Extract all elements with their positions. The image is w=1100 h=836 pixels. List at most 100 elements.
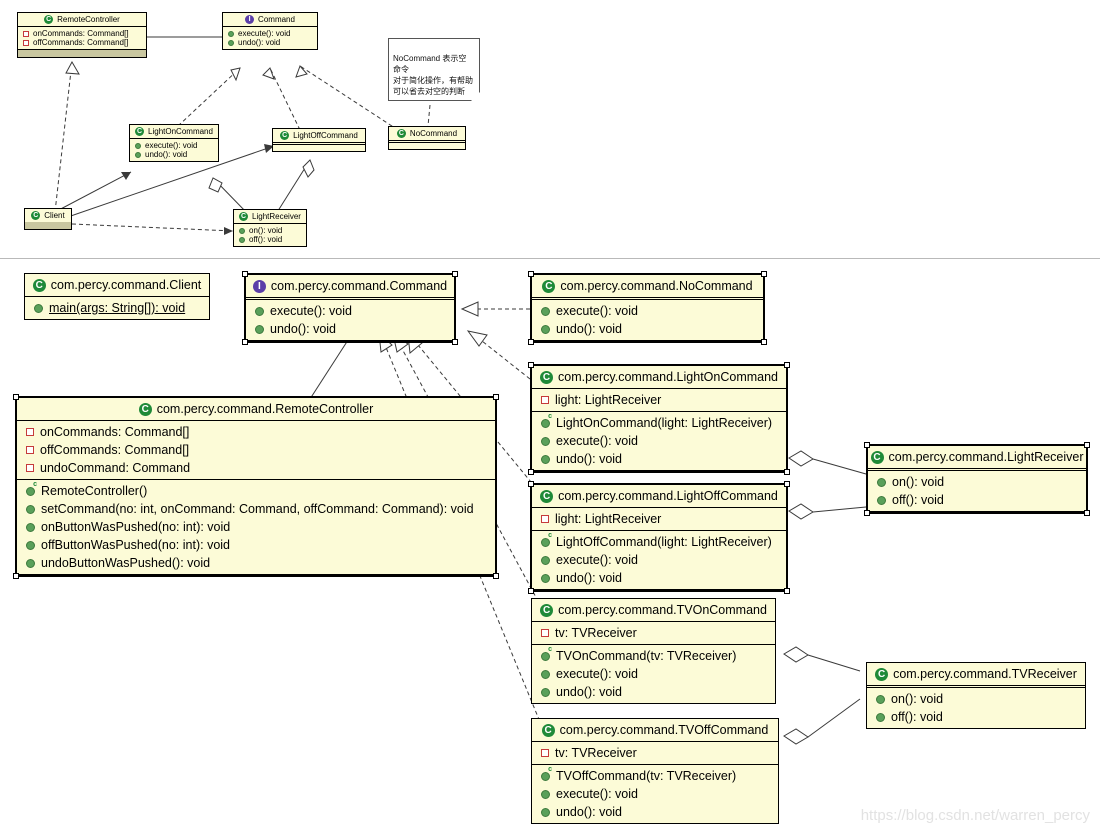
interface-icon: I bbox=[252, 279, 266, 293]
method-row: setCommand(no: int, onCommand: Command, … bbox=[17, 500, 495, 518]
public-icon bbox=[541, 669, 550, 679]
method-label: onButtonWasPushed(no: int): void bbox=[41, 520, 231, 534]
overview-class-remotecontroller[interactable]: C RemoteController onCommands: Command[]… bbox=[17, 12, 147, 58]
method-row: undo(): void bbox=[532, 569, 786, 587]
class-name: com.percy.command.TVOnCommand bbox=[558, 603, 767, 617]
selection-handle-se[interactable] bbox=[761, 339, 767, 345]
selection-handle-ne[interactable] bbox=[1084, 442, 1090, 448]
overview-class-lightreceiver[interactable]: C LightReceiver on(): void off(): void bbox=[233, 209, 307, 247]
methods-section: on(): void off(): void bbox=[868, 471, 1086, 512]
class-box-tvoffcommand[interactable]: C com.percy.command.TVOffCommand tv: TVR… bbox=[531, 718, 779, 824]
method-row: offButtonWasPushed(no: int): void bbox=[17, 536, 495, 554]
class-icon: C bbox=[870, 450, 884, 464]
class-name: com.percy.command.LightReceiver bbox=[888, 450, 1084, 464]
method-row: undo(): void bbox=[130, 150, 218, 159]
selection-handle-sw[interactable] bbox=[528, 469, 534, 475]
method-label: off(): void bbox=[249, 235, 283, 244]
selection-handle-nw[interactable] bbox=[13, 394, 19, 400]
field-label: tv: TVReceiver bbox=[555, 626, 637, 640]
method-label: off(): void bbox=[892, 493, 944, 507]
method-label: execute(): void bbox=[556, 667, 638, 681]
class-box-lightoncommand[interactable]: C com.percy.command.LightOnCommand light… bbox=[528, 362, 790, 475]
selection-handle-se[interactable] bbox=[784, 588, 790, 594]
empty-section bbox=[389, 143, 465, 149]
empty-section bbox=[273, 145, 365, 151]
selection-handle-ne[interactable] bbox=[784, 481, 790, 487]
class-icon: C bbox=[540, 370, 553, 384]
field-row: tv: TVReceiver bbox=[532, 744, 778, 762]
selection-handle-nw[interactable] bbox=[242, 271, 248, 277]
class-box-remotecontroller[interactable]: C com.percy.command.RemoteController onC… bbox=[13, 394, 499, 579]
class-header: C com.percy.command.LightOffCommand bbox=[532, 485, 786, 508]
method-row: undoButtonWasPushed(): void bbox=[17, 554, 495, 572]
fields-section: tv: TVReceiver bbox=[532, 742, 778, 765]
class-box-nocommand[interactable]: C com.percy.command.NoCommand execute():… bbox=[528, 271, 767, 345]
overview-class-lightoffcommand[interactable]: C LightOffCommand bbox=[272, 128, 366, 152]
method-label: undo(): void bbox=[556, 685, 623, 699]
class-name: RemoteController bbox=[57, 15, 120, 24]
selection-handle-se[interactable] bbox=[452, 339, 458, 345]
fields-section: onCommands: Command[] offCommands: Comma… bbox=[17, 421, 495, 480]
class-icon: C bbox=[44, 15, 54, 24]
public-icon bbox=[541, 324, 550, 334]
selection-handle-se[interactable] bbox=[1084, 510, 1090, 516]
interface-name: com.percy.command.Command bbox=[270, 279, 448, 293]
method-row: onButtonWasPushed(no: int): void bbox=[17, 518, 495, 536]
class-box-client[interactable]: C com.percy.command.Client main(args: St… bbox=[24, 273, 210, 320]
selection-handle-sw[interactable] bbox=[528, 588, 534, 594]
method-label: TVOnCommand(tv: TVReceiver) bbox=[556, 649, 737, 663]
methods-section: on(): void off(): void bbox=[234, 224, 306, 246]
private-icon bbox=[541, 515, 549, 523]
public-icon bbox=[26, 540, 35, 550]
methods-section: execute(): void undo(): void bbox=[223, 27, 317, 49]
method-label: TVOffCommand(tv: TVReceiver) bbox=[556, 769, 737, 783]
field-label: offCommands: Command[] bbox=[33, 38, 129, 47]
class-box-command[interactable]: I com.percy.command.Command execute(): v… bbox=[242, 271, 458, 345]
detailed-diagram-panel: C com.percy.command.Client main(args: St… bbox=[0, 259, 1100, 836]
public-icon bbox=[541, 555, 550, 565]
selection-handle-ne[interactable] bbox=[452, 271, 458, 277]
class-box-tvreceiver[interactable]: C com.percy.command.TVReceiver on(): voi… bbox=[866, 662, 1086, 729]
class-name: com.percy.command.LightOffCommand bbox=[558, 489, 778, 503]
method-label: on(): void bbox=[891, 692, 944, 706]
public-icon bbox=[876, 694, 885, 704]
overview-class-client[interactable]: C Client bbox=[24, 208, 72, 230]
overview-interface-command[interactable]: I Command execute(): void undo(): void bbox=[222, 12, 318, 50]
overview-class-nocommand[interactable]: C NoCommand bbox=[388, 126, 466, 150]
selection-handle-sw[interactable] bbox=[242, 339, 248, 345]
method-row: execute(): void bbox=[130, 141, 218, 150]
private-icon bbox=[26, 446, 34, 454]
method-row: undo(): void bbox=[246, 320, 454, 338]
selection-handle-ne[interactable] bbox=[493, 394, 499, 400]
selection-handle-se[interactable] bbox=[493, 573, 499, 579]
method-row: undo(): void bbox=[532, 320, 763, 338]
selection-handle-ne[interactable] bbox=[784, 362, 790, 368]
method-row: LightOnCommand(light: LightReceiver) bbox=[532, 413, 786, 432]
constructor-icon bbox=[541, 646, 552, 661]
class-header: C com.percy.command.TVReceiver bbox=[867, 663, 1085, 688]
selection-handle-sw[interactable] bbox=[528, 339, 534, 345]
method-label: execute(): void bbox=[556, 434, 638, 448]
public-icon bbox=[541, 454, 550, 464]
class-header: C com.percy.command.RemoteController bbox=[17, 398, 495, 421]
method-row: undo(): void bbox=[532, 450, 786, 468]
selection-handle-ne[interactable] bbox=[761, 271, 767, 277]
class-box-lightoffcommand[interactable]: C com.percy.command.LightOffCommand ligh… bbox=[528, 481, 790, 594]
method-row: main(args: String[]): void bbox=[25, 299, 209, 317]
selection-handle-nw[interactable] bbox=[528, 362, 534, 368]
selection-handle-nw[interactable] bbox=[528, 481, 534, 487]
selection-handle-nw[interactable] bbox=[528, 271, 534, 277]
method-label: main(args: String[]): void bbox=[49, 301, 186, 315]
class-name: com.percy.command.Client bbox=[50, 278, 202, 292]
overview-class-lightoncommand[interactable]: C LightOnCommand execute(): void undo():… bbox=[129, 124, 219, 162]
public-icon bbox=[135, 151, 141, 158]
selection-handle-se[interactable] bbox=[784, 469, 790, 475]
selection-handle-sw[interactable] bbox=[864, 510, 870, 516]
class-box-tvoncommand[interactable]: C com.percy.command.TVOnCommand tv: TVRe… bbox=[531, 598, 776, 704]
method-row: execute(): void bbox=[532, 785, 778, 803]
class-box-lightreceiver[interactable]: C com.percy.command.LightReceiver on(): … bbox=[864, 442, 1090, 516]
selection-handle-nw[interactable] bbox=[864, 442, 870, 448]
field-label: offCommands: Command[] bbox=[40, 443, 190, 457]
selection-handle-sw[interactable] bbox=[13, 573, 19, 579]
class-name: com.percy.command.LightOnCommand bbox=[558, 370, 778, 384]
